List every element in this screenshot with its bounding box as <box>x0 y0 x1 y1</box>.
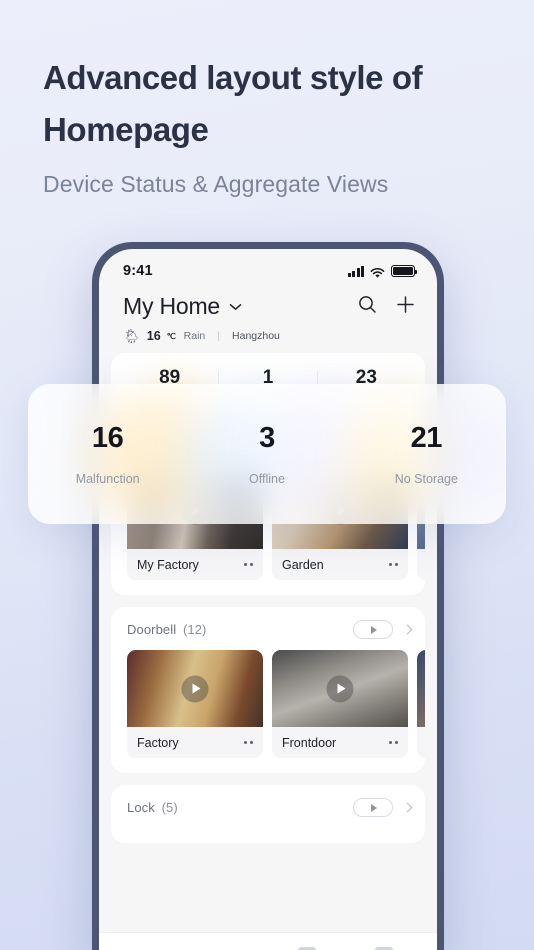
status-bar-icons <box>347 265 418 278</box>
chevron-right-icon[interactable] <box>402 802 413 813</box>
home-name: My Home <box>123 293 221 319</box>
cellular-signal-icon <box>347 265 364 277</box>
wifi-icon <box>370 266 385 278</box>
weather-condition: Rain <box>183 330 206 342</box>
more-options-icon[interactable] <box>389 741 398 744</box>
group-header[interactable]: Doorbell (12) <box>111 620 425 639</box>
group-title-text: Lock <box>127 800 155 815</box>
device-tile[interactable]: Factory <box>127 650 263 758</box>
overlay-stat-cell[interactable]: 3 Offline <box>187 422 346 486</box>
weather-divider: | <box>217 330 221 342</box>
page-subtitle: Device Status & Aggregate Views <box>43 171 389 197</box>
device-thumbnail[interactable] <box>272 650 408 727</box>
play-all-button[interactable] <box>353 798 393 817</box>
overlay-stat-value: 16 <box>91 422 124 454</box>
overlay-stat-label: Offline <box>249 472 285 486</box>
play-button[interactable] <box>326 675 354 702</box>
home-header: My Home 🌦 16 ℃ Rain | Hangzhou <box>99 287 437 343</box>
chevron-right-icon[interactable] <box>402 624 413 635</box>
plus-icon[interactable] <box>396 295 415 319</box>
page-title-line2: Homepage <box>43 111 209 148</box>
summary-cell[interactable]: 89 <box>121 367 218 401</box>
phone-mockup: 9:41 My Home 🌦 16 ℃ Rain | Hangzhou 89 1… <box>92 242 444 950</box>
overlay-stat-cell[interactable]: 16 Malfunction <box>28 422 187 486</box>
battery-icon <box>391 265 418 277</box>
device-name: Frontdoor <box>282 735 337 750</box>
more-options-icon[interactable] <box>244 741 253 744</box>
device-tile[interactable]: 主 <box>417 650 425 758</box>
group-title-text: Doorbell <box>127 622 177 637</box>
overlay-stat-value: 3 <box>259 422 275 454</box>
overlay-stat-cell[interactable]: 21 No Storage <box>347 422 506 486</box>
device-name: My Factory <box>137 557 199 572</box>
group-title: Doorbell (12) <box>127 622 206 637</box>
tab-bar <box>99 932 437 950</box>
weather-temperature: 16 <box>146 329 161 343</box>
status-bar-time: 9:41 <box>123 263 153 279</box>
overlay-stat-label: No Storage <box>394 472 458 486</box>
phone-screen: 9:41 My Home 🌦 16 ℃ Rain | Hangzhou 89 1… <box>99 249 437 950</box>
group-title: Lock (5) <box>127 800 178 815</box>
page-title: Advanced layout style of Homepage <box>43 52 493 156</box>
chevron-down-icon[interactable] <box>229 298 242 316</box>
weather-unit: ℃ <box>166 331 176 341</box>
summary-cell[interactable]: 23 <box>318 367 415 401</box>
device-tile[interactable]: Frontdoor <box>272 650 408 758</box>
device-name: Garden <box>282 557 324 572</box>
overlay-stat-label: Malfunction <box>75 472 140 486</box>
search-icon[interactable] <box>358 295 377 319</box>
overlay-stat-value: 21 <box>410 422 443 454</box>
play-icon <box>371 625 377 634</box>
play-button[interactable] <box>181 675 209 702</box>
device-tile-row[interactable]: Factory Frontdoor 主 <box>111 650 425 758</box>
device-thumbnail[interactable] <box>127 650 263 727</box>
group-count: (12) <box>182 622 207 637</box>
weather-icon: 🌦 <box>123 328 141 344</box>
weather-strip[interactable]: 🌦 16 ℃ Rain | Hangzhou <box>123 329 415 343</box>
play-icon <box>371 803 377 812</box>
device-thumbnail[interactable] <box>417 650 425 727</box>
device-group-lock: Lock (5) <box>111 785 425 843</box>
group-header[interactable]: Lock (5) <box>111 798 425 817</box>
device-status-overlay-card[interactable]: 16 Malfunction 3 Offline 21 No Storage <box>28 384 506 524</box>
more-options-icon[interactable] <box>244 563 253 566</box>
summary-value: 23 <box>355 367 377 388</box>
summary-value: 89 <box>159 367 181 388</box>
more-options-icon[interactable] <box>389 563 398 566</box>
summary-value: 1 <box>262 367 274 388</box>
hero-block: Advanced layout style of Homepage Device… <box>43 52 493 199</box>
device-name: Factory <box>137 735 179 750</box>
home-selector[interactable]: My Home <box>123 293 242 320</box>
device-group-doorbell: Doorbell (12) Factory Frontdoor <box>111 607 425 773</box>
page-title-line1: Advanced layout style of <box>43 59 423 96</box>
group-count: (5) <box>161 800 178 815</box>
summary-cell[interactable]: 1 <box>219 367 316 401</box>
weather-city: Hangzhou <box>232 330 280 342</box>
status-bar: 9:41 <box>99 249 437 287</box>
play-all-button[interactable] <box>353 620 393 639</box>
